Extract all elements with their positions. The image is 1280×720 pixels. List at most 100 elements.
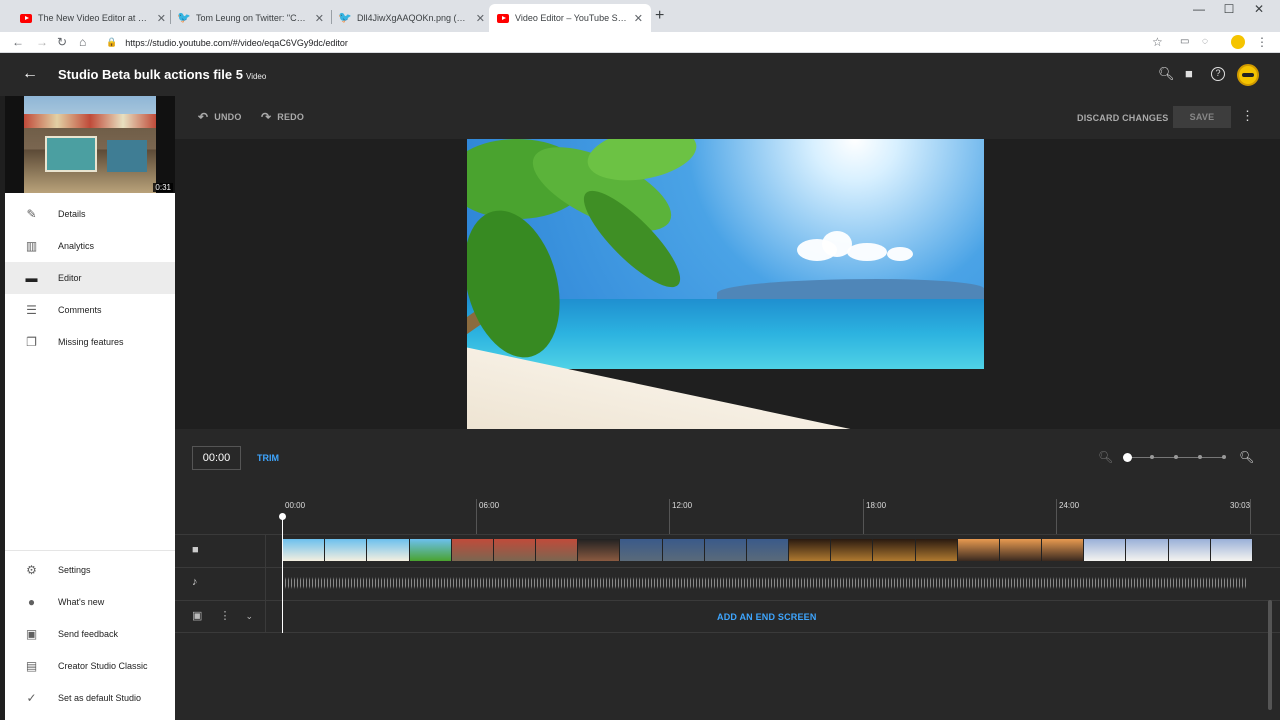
editor-toolbar: ↶ UNDO ↷ REDO DISCARD CHANGES SAVE ⋮: [175, 96, 1280, 139]
analytics-icon: ▥: [25, 239, 38, 253]
sidebar-item-label: Details: [58, 209, 86, 219]
ruler-tick: [1250, 499, 1251, 534]
sidebar-item-label: Settings: [58, 565, 91, 575]
minimize-icon[interactable]: —: [1184, 2, 1214, 16]
sidebar-item-comments[interactable]: ☰ Comments: [5, 294, 175, 326]
undo-button[interactable]: ↶ UNDO: [198, 110, 242, 124]
redo-icon: ↷: [261, 110, 272, 124]
url-text: https://studio.youtube.com/#/video/eqaC6…: [125, 37, 348, 48]
browser-tab-strip: The New Video Editor at Studio ✕ 🐦 Tom L…: [0, 0, 1280, 32]
twitter-icon: 🐦: [338, 11, 352, 24]
zoom-in-icon[interactable]: 🔍︎: [1239, 450, 1254, 464]
sidebar-item-editor[interactable]: ▬ Editor: [5, 262, 175, 294]
timeline-scrollbar[interactable]: [1268, 600, 1272, 710]
ruler-label: 24:00: [1059, 501, 1080, 510]
create-video-icon[interactable]: ■: [1185, 67, 1193, 81]
studio-header: ← Studio Beta bulk actions file 5 Video …: [0, 53, 1280, 96]
add-end-screen-button[interactable]: ADD AN END SCREEN: [717, 612, 817, 622]
tab-title: The New Video Editor at Studio: [38, 13, 151, 23]
sidebar-item-whats-new[interactable]: ● What's new: [5, 586, 175, 618]
browser-menu-icon[interactable]: ⋮: [1256, 34, 1268, 50]
sidebar-item-send-feedback[interactable]: ▣ Send feedback: [5, 618, 175, 650]
more-options-icon[interactable]: ⋮: [1241, 109, 1254, 123]
browser-tab-1[interactable]: The New Video Editor at Studio ✕: [12, 4, 174, 32]
redo-label: REDO: [277, 112, 305, 122]
sidebar-item-label: Comments: [58, 305, 102, 315]
preview-area: [175, 139, 1280, 429]
ruler-label: 12:00: [672, 501, 693, 510]
forward-icon[interactable]: →: [36, 34, 48, 50]
check-circle-icon: ✓: [26, 691, 37, 705]
playhead-line[interactable]: [282, 515, 283, 633]
browser-tab-4[interactable]: Video Editor – YouTube Studio ✕: [489, 4, 651, 32]
sidebar-item-details[interactable]: ✎ Details: [5, 198, 175, 230]
tab-title: Dll4JiwXgAAQOKn.png (1199×6: [357, 13, 470, 23]
search-icon[interactable]: 🔍︎: [1158, 67, 1175, 81]
sidebar-item-creator-studio-classic[interactable]: ▤ Creator Studio Classic: [5, 650, 175, 682]
youtube-icon: [20, 12, 32, 24]
close-tab-icon[interactable]: ✕: [157, 12, 166, 25]
video-camera-icon: ■: [192, 544, 199, 556]
cast-icon[interactable]: ▭: [1180, 34, 1189, 50]
sidebar-item-missing-features[interactable]: ❐ Missing features: [5, 326, 175, 358]
zoom-out-icon[interactable]: 🔍︎: [1098, 450, 1113, 464]
twitter-icon: 🐦: [177, 11, 191, 24]
browser-tab-3[interactable]: 🐦 Dll4JiwXgAAQOKn.png (1199×6 ✕: [331, 4, 493, 32]
zoom-step-marker: [1198, 455, 1202, 459]
sidebar-item-set-default[interactable]: ✓ Set as default Studio: [5, 682, 175, 714]
zoom-step-marker: [1150, 455, 1154, 459]
help-icon[interactable]: ?: [1211, 67, 1225, 81]
close-tab-icon[interactable]: ✕: [315, 12, 324, 25]
audio-waveform[interactable]: [285, 577, 1247, 589]
discard-changes-button[interactable]: DISCARD CHANGES: [1077, 113, 1169, 123]
more-vert-icon[interactable]: ⋮: [219, 610, 230, 622]
reload-icon[interactable]: ↻: [57, 34, 67, 50]
home-icon[interactable]: ⌂: [79, 34, 86, 50]
film-icon: ▬: [25, 271, 38, 285]
classic-icon: ▤: [25, 659, 38, 673]
ruler-label: 00:00: [285, 501, 306, 510]
browser-tab-2[interactable]: 🐦 Tom Leung on Twitter: "Can you ✕: [170, 4, 332, 32]
current-time-field[interactable]: 00:00: [192, 446, 241, 470]
ruler-tick: [669, 499, 670, 534]
bookmark-star-icon[interactable]: ☆: [1152, 34, 1163, 50]
youtube-icon: [497, 12, 509, 24]
music-note-icon: ♪: [192, 576, 198, 588]
end-screen-icon[interactable]: ▣: [192, 610, 202, 622]
video-clip-strip[interactable]: [283, 539, 1253, 561]
account-avatar[interactable]: [1237, 64, 1259, 86]
ruler-label: 18:00: [866, 501, 887, 510]
close-tab-icon[interactable]: ✕: [634, 12, 643, 25]
gear-icon: ⚙: [26, 563, 37, 577]
sidebar-item-label: What's new: [58, 597, 105, 607]
ruler-label: 06:00: [479, 501, 500, 510]
close-tab-icon[interactable]: ✕: [476, 12, 485, 25]
sidebar-item-label: Editor: [58, 273, 82, 283]
maximize-icon[interactable]: ☐: [1214, 2, 1244, 16]
video-preview[interactable]: [467, 139, 984, 429]
back-icon[interactable]: ←: [12, 34, 24, 50]
video-thumbnail[interactable]: 0:31: [5, 96, 175, 193]
save-button[interactable]: SAVE: [1173, 106, 1231, 128]
sidebar-item-label: Missing features: [58, 337, 124, 347]
extension-icon[interactable]: ◌: [1202, 34, 1208, 50]
playhead-handle[interactable]: [279, 513, 286, 520]
sidebar-item-settings[interactable]: ⚙ Settings: [5, 554, 175, 586]
sidebar-item-analytics[interactable]: ▥ Analytics: [5, 230, 175, 262]
address-bar[interactable]: 🔒 https://studio.youtube.com/#/video/eqa…: [100, 33, 1180, 52]
back-arrow-icon[interactable]: ←: [22, 65, 38, 83]
thumbnail-duration: 0:31: [153, 183, 173, 192]
ruler-label: 30:03: [1230, 501, 1251, 510]
ruler-tick: [863, 499, 864, 534]
chevron-down-icon[interactable]: ⌄: [246, 611, 254, 621]
redo-button[interactable]: ↷ REDO: [261, 110, 304, 124]
close-window-icon[interactable]: ✕: [1244, 2, 1274, 16]
zoom-slider-handle[interactable]: [1123, 453, 1132, 462]
sidebar: 0:31 ✎ Details ▥ Analytics ▬ Editor ☰ Co…: [5, 96, 175, 720]
missing-features-icon: ❐: [26, 335, 37, 349]
new-tab-icon[interactable]: +: [655, 8, 664, 24]
ruler-tick: [476, 499, 477, 534]
ruler-tick: [1056, 499, 1057, 534]
profile-avatar[interactable]: [1231, 35, 1245, 49]
trim-button[interactable]: TRIM: [257, 453, 279, 463]
